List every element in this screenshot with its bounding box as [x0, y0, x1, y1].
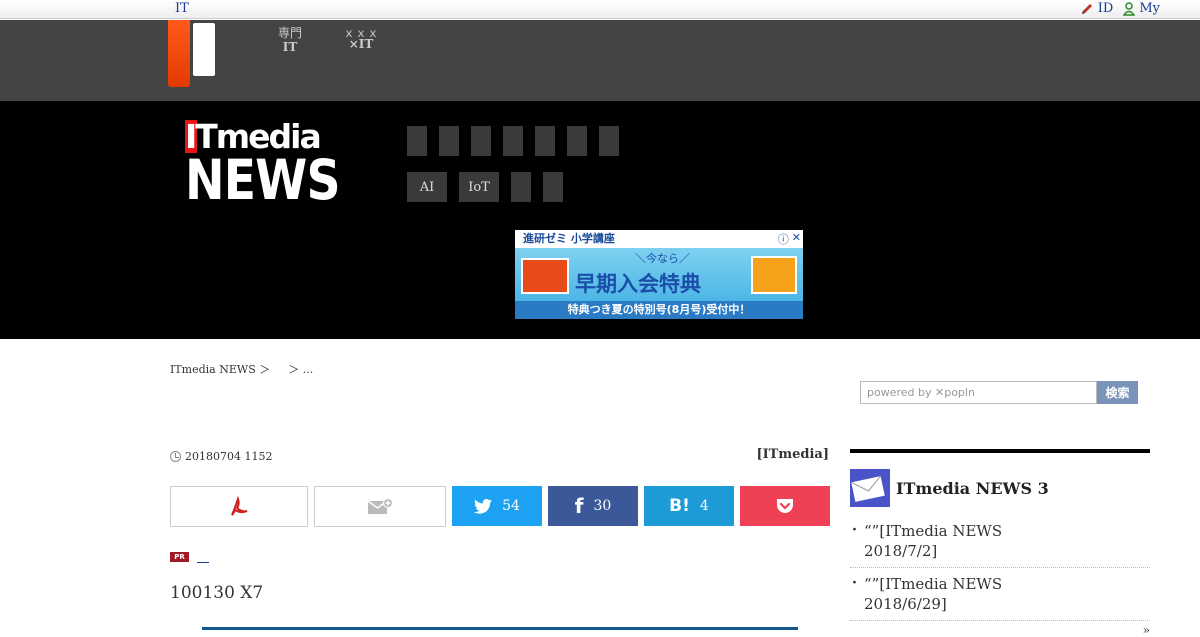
hatena-icon: B!	[669, 496, 690, 516]
header-link-1-line1: 専門	[278, 26, 303, 40]
twitter-share-button[interactable]: 54	[452, 486, 542, 526]
ad-main-area: ＼今なら／ 早期入会特典	[515, 248, 803, 301]
search-button[interactable]: 検索	[1097, 381, 1138, 404]
facebook-count: 30	[593, 498, 612, 514]
pr-badge: PR	[170, 551, 189, 562]
hatena-count: 4	[699, 498, 709, 514]
main-nav-row-2: AI IoT	[407, 172, 563, 202]
clock-icon	[170, 451, 181, 462]
ranking-title: ITmedia NEWS 3	[896, 478, 1049, 498]
pocket-icon	[777, 499, 793, 513]
logo-bottom-text: NEWS	[185, 148, 341, 212]
nav-item[interactable]	[471, 126, 491, 156]
my-link-label: My	[1139, 1, 1160, 16]
nav-item[interactable]	[543, 172, 563, 202]
nav-item[interactable]	[439, 126, 459, 156]
top-utility-bar: IT ID My	[0, 0, 1200, 19]
nav-item-ai[interactable]: AI	[407, 172, 447, 202]
header-link-x-it[interactable]: ｘｘｘ ×IT	[343, 26, 379, 51]
ranking-item[interactable]: “”[ITmedia NEWS 2018/7/2]	[848, 515, 1150, 568]
ranking-header: ITmedia NEWS 3	[850, 453, 1150, 507]
nav-item[interactable]	[535, 126, 555, 156]
itmedia-news-logo[interactable]: ITmedia NEWS	[185, 117, 345, 212]
id-link[interactable]: ID	[1080, 1, 1114, 16]
breadcrumb-item[interactable]: ITmedia NEWS ＞	[170, 361, 270, 377]
nav-item[interactable]	[567, 126, 587, 156]
ad-controls: ⓘ ✕	[778, 231, 801, 247]
article-headline: 100130 X7	[170, 583, 264, 603]
pocket-button[interactable]	[740, 486, 830, 526]
nav-item[interactable]	[511, 172, 531, 202]
itmedia-group-logo-white	[193, 23, 215, 76]
pencil-icon	[1081, 3, 1092, 14]
ad-info-icon[interactable]: ⓘ	[778, 231, 789, 247]
twitter-count: 54	[502, 498, 520, 514]
it-top-link[interactable]: IT	[175, 1, 189, 16]
ranking-item-line2: 2018/6/29]	[864, 595, 947, 613]
pr-link[interactable]: ＿	[197, 548, 211, 565]
ad-close-icon[interactable]: ✕	[792, 231, 801, 247]
facebook-icon: f	[574, 494, 584, 518]
ad-top-text: 進研ゼミ 小学講座	[515, 230, 803, 248]
breadcrumb: ITmedia NEWS ＞ ＞ ...	[170, 361, 313, 377]
person-icon	[1123, 1, 1136, 16]
mail-share-button[interactable]	[314, 486, 446, 527]
ranking-more-link[interactable]: »	[1143, 623, 1150, 637]
ranking-item-line1: “”[ITmedia NEWS	[864, 575, 1003, 593]
ranking-item[interactable]: “”[ITmedia NEWS 2018/6/29]	[848, 568, 1150, 621]
pdf-button[interactable]	[170, 486, 308, 527]
id-link-label: ID	[1097, 1, 1114, 16]
nav-item-iot[interactable]: IoT	[459, 172, 499, 202]
site-search: powered by ✕popln 検索	[860, 381, 1138, 404]
ranking-item-line2: 2018/7/2]	[864, 542, 938, 560]
my-link[interactable]: My	[1123, 1, 1160, 16]
ad-banner[interactable]: 進研ゼミ 小学講座 ⓘ ✕ ＼今なら／ 早期入会特典 特典つき夏の特別号(8月号…	[515, 230, 803, 319]
mail-magazine-icon	[850, 469, 890, 507]
breadcrumb-item[interactable]: ＞ ...	[288, 361, 313, 377]
mail-plus-icon	[367, 497, 393, 514]
nav-item[interactable]	[503, 126, 523, 156]
facebook-share-button[interactable]: f 30	[548, 486, 638, 526]
ad-main-text: 早期入会特典	[575, 272, 701, 296]
article-author: [ITmedia]	[756, 447, 829, 462]
pdf-icon	[231, 495, 248, 516]
ranking-item-line1: “”[ITmedia NEWS	[864, 522, 1003, 540]
pr-line: PR ＿	[170, 548, 211, 565]
ad-small-text: ＼今なら／	[635, 252, 690, 265]
article-date: 20180704 1152	[170, 450, 272, 463]
article-date-text: 20180704 1152	[185, 450, 273, 463]
twitter-icon	[474, 498, 493, 514]
ad-bottom-text: 特典つき夏の特別号(8月号)受付中！	[515, 301, 803, 319]
ad-product-image-2	[751, 256, 797, 294]
header-link-senmon-it[interactable]: 専門 IT	[278, 26, 302, 54]
top-right-links: ID My	[1080, 1, 1160, 16]
ranking-sidebar: ITmedia NEWS 3 “”[ITmedia NEWS 2018/7/2]…	[848, 449, 1150, 637]
main-nav-row-1	[407, 126, 619, 156]
nav-item[interactable]	[407, 126, 427, 156]
itmedia-group-logo-orange[interactable]	[168, 20, 190, 87]
hatena-bookmark-button[interactable]: B! 4	[644, 486, 734, 526]
nav-item[interactable]	[599, 126, 619, 156]
search-input[interactable]: powered by ✕popln	[860, 381, 1097, 404]
ad-product-image	[521, 258, 569, 294]
header-link-1-line2: IT	[282, 40, 298, 54]
